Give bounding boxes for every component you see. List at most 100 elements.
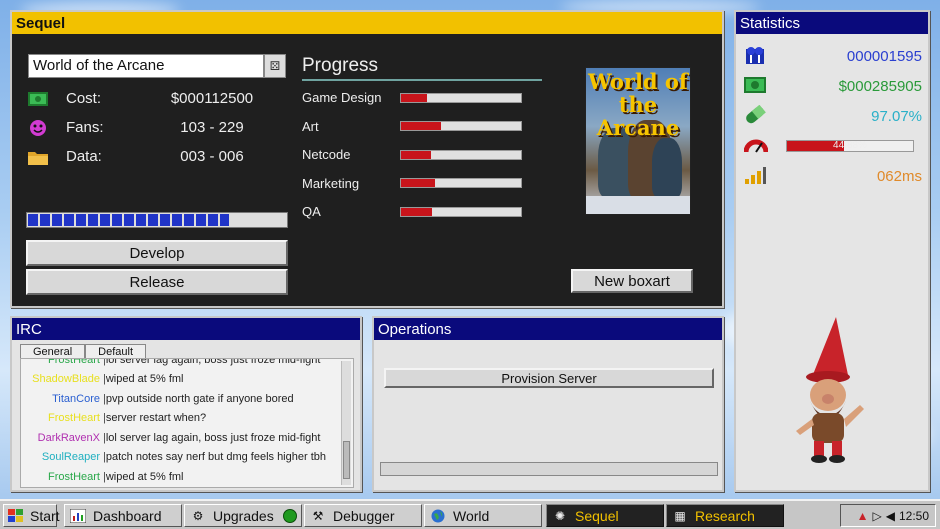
chat-message: patch notes say nerf but dmg feels highe… — [105, 451, 326, 464]
taskbar-debugger[interactable]: ⚒ Debugger — [304, 504, 422, 527]
progress-segment — [136, 214, 146, 226]
chat-nick[interactable]: TitanCore — [21, 393, 103, 405]
money-value: $000285905 — [838, 77, 922, 95]
chat-line: FrostHeart | wiped at 5% fml — [21, 467, 353, 487]
pill-icon — [744, 104, 766, 128]
progress-row: Netcode — [302, 147, 522, 162]
chat-line: SoulReaper | patch notes say nerf but dmg… — [21, 448, 353, 468]
taskbar-research[interactable]: ▦ Research — [666, 504, 784, 527]
scrollbar-thumb[interactable] — [343, 441, 350, 479]
tab-general[interactable]: General — [20, 344, 86, 359]
chat-line: FrostHeart | lol server lag again, boss j… — [21, 358, 353, 370]
progress-segment — [184, 214, 194, 226]
progress-segment — [100, 214, 110, 226]
chat-message: wiped at 5% fml — [105, 373, 184, 386]
load-value: 44.88% — [833, 140, 867, 151]
progress-segment — [40, 214, 50, 226]
operations-title: Operations — [378, 320, 452, 338]
volume-icon[interactable]: ◀ — [886, 509, 895, 523]
progress-segment — [148, 214, 158, 226]
chat-log[interactable]: FrostHeart | lol server lag again, boss j… — [20, 358, 354, 488]
players-row: 000001595 — [744, 45, 922, 67]
progress-segment — [28, 214, 38, 226]
chat-nick[interactable]: FrostHeart — [21, 359, 103, 366]
operations-window: Operations Provision Server — [372, 316, 724, 492]
irc-window: IRC General Default FrostHeart | lol serv… — [10, 316, 362, 492]
irc-titlebar[interactable]: IRC — [12, 318, 360, 340]
progress-segment — [52, 214, 62, 226]
progress-segment — [64, 214, 74, 226]
fans-row: Fans: 103 - 229 — [28, 119, 272, 136]
progress-bar — [400, 206, 522, 217]
dice-icon: ⚄ — [269, 59, 281, 73]
ping-row: 062ms — [744, 165, 922, 187]
progress-segment — [112, 214, 122, 226]
tab-default[interactable]: Default — [85, 344, 146, 359]
taskbar-label: Research — [695, 507, 755, 524]
taskbar-world[interactable]: World — [424, 504, 542, 527]
operations-progress-bar — [380, 462, 718, 476]
randomize-name-button[interactable]: ⚄ — [264, 54, 286, 78]
debugger-icon: ⚒ — [312, 508, 324, 523]
progress-label: Netcode — [302, 147, 351, 162]
develop-button[interactable]: Develop — [26, 240, 288, 266]
windows-logo-icon — [8, 508, 24, 524]
progress-segment — [76, 214, 86, 226]
chat-message: server restart when? — [105, 412, 207, 425]
progress-segment — [196, 214, 206, 226]
sequel-titlebar[interactable]: Sequel — [12, 12, 722, 34]
chat-message: wiped at 5% fml — [105, 470, 184, 483]
chat-line: FrostHeart | server restart when? — [21, 409, 353, 429]
taskbar-label: World — [453, 507, 490, 524]
chat-nick[interactable]: DarkRavenX — [21, 432, 103, 444]
statistics-title: Statistics — [740, 14, 801, 32]
gnome-mascot-image — [790, 315, 870, 465]
chat-message: pvp outside north gate if anyone bored — [105, 392, 294, 405]
taskbar-upgrades[interactable]: ⚙ Upgrades — [184, 504, 302, 527]
statistics-titlebar[interactable]: Statistics — [736, 12, 928, 34]
progress-bar — [400, 92, 522, 103]
game-name-input[interactable]: World of the Arcane — [28, 54, 264, 78]
operations-titlebar[interactable]: Operations — [374, 318, 722, 340]
start-button[interactable]: Start — [3, 504, 60, 527]
chat-nick[interactable]: ShadowBlade — [21, 373, 103, 385]
taskbar-label: Sequel — [575, 507, 619, 524]
chat-line: DarkRavenX | lol server lag again, boss j… — [21, 428, 353, 448]
chat-nick[interactable]: FrostHeart — [21, 471, 103, 483]
irc-tabs: General Default — [20, 344, 146, 359]
play-icon[interactable]: ▷ — [873, 509, 882, 523]
progress-bar-fill — [401, 122, 441, 130]
globe-icon — [429, 508, 447, 524]
cost-row: Cost: $000112500 — [28, 90, 272, 107]
taskbar-label: Dashboard — [93, 507, 162, 524]
dashboard-icon — [69, 508, 87, 524]
progress-segment — [160, 214, 170, 226]
taskbar-label: Debugger — [333, 507, 395, 524]
fans-label: Fans: — [66, 119, 104, 136]
taskbar-sequel[interactable]: ✺ Sequel — [546, 504, 664, 527]
fans-value: 103 - 229 — [180, 119, 244, 136]
progress-bar — [400, 121, 522, 131]
progress-bar-fill — [401, 207, 433, 216]
players-value: 000001595 — [846, 47, 922, 65]
progress-label: Marketing — [302, 175, 360, 191]
provision-server-button[interactable]: Provision Server — [384, 368, 714, 388]
data-label: Data: — [66, 148, 102, 165]
data-row: Data: 003 - 006 — [28, 148, 272, 165]
progress-label: QA — [302, 204, 321, 219]
progress-bar — [400, 149, 522, 160]
chat-nick[interactable]: FrostHeart — [21, 412, 103, 424]
players-icon — [744, 45, 766, 68]
research-icon: ▦ — [674, 508, 686, 523]
taskbar-dashboard[interactable]: Dashboard — [64, 504, 182, 527]
progress-row: Art — [302, 119, 522, 134]
progress-bar-fill — [401, 150, 431, 159]
new-boxart-button[interactable]: New boxart — [571, 269, 693, 293]
gnome-tray-icon[interactable]: ▲ — [857, 509, 869, 523]
progress-segment — [220, 214, 230, 226]
signal-icon — [744, 165, 766, 188]
release-button[interactable]: Release — [26, 269, 288, 295]
chat-message: lol server lag again, boss just froze mi… — [105, 358, 321, 366]
chat-scrollbar[interactable] — [341, 361, 351, 485]
chat-nick[interactable]: SoulReaper — [21, 451, 103, 463]
